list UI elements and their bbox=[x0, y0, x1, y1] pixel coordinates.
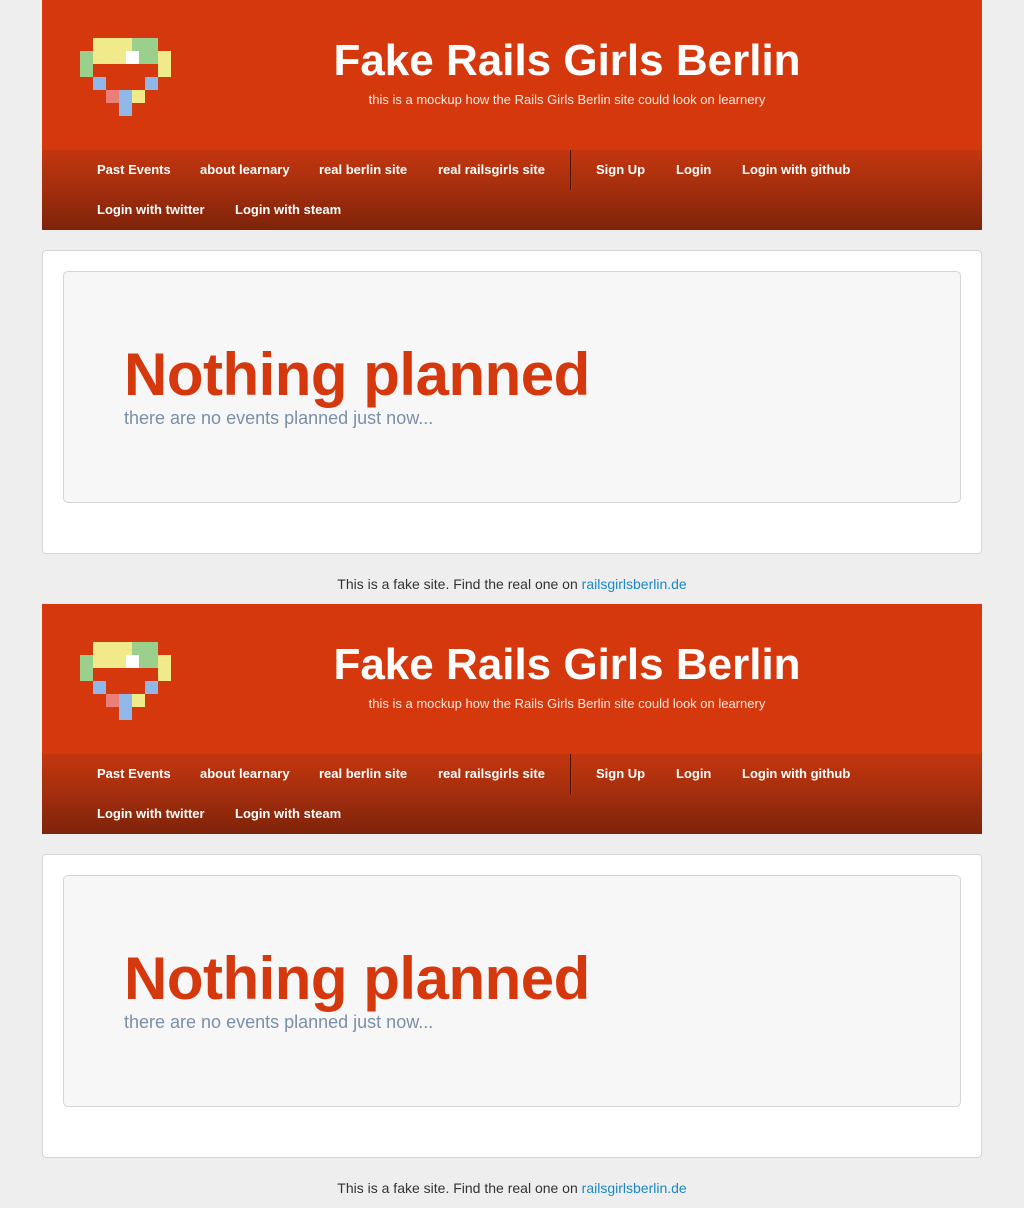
site-title: Fake Rails Girls Berlin bbox=[333, 640, 801, 689]
nav-login[interactable]: Login bbox=[676, 150, 711, 190]
navbar: Past Events about learnary real berlin s… bbox=[42, 150, 982, 230]
site-tagline: this is a mockup how the Rails Girls Ber… bbox=[368, 696, 766, 711]
hero-subtitle: there are no events planned just now... bbox=[124, 1012, 434, 1032]
nav-login-github[interactable]: Login with github bbox=[742, 150, 850, 190]
logo-pixel bbox=[145, 655, 158, 668]
footer: This is a fake site. Find the real one o… bbox=[0, 574, 1024, 594]
nav-real-berlin-site[interactable]: real berlin site bbox=[319, 150, 407, 190]
logo-pixel bbox=[132, 90, 145, 103]
logo-pixel bbox=[119, 642, 132, 655]
logo-pixel bbox=[80, 655, 93, 668]
logo-pixel bbox=[132, 38, 145, 51]
nav-past-events[interactable]: Past Events bbox=[97, 754, 171, 794]
nav-sign-up[interactable]: Sign Up bbox=[596, 150, 645, 190]
footer: This is a fake site. Find the real one o… bbox=[0, 1178, 1024, 1198]
nav-past-events[interactable]: Past Events bbox=[97, 150, 171, 190]
logo-pixel bbox=[145, 51, 158, 64]
content-panel: Nothing planned there are no events plan… bbox=[42, 854, 982, 1158]
hero-title: Nothing planned bbox=[124, 945, 590, 1012]
logo-pixel bbox=[80, 64, 93, 77]
page-copy-1: Fake Rails Girls Berlin this is a mockup… bbox=[0, 0, 1024, 604]
logo-pixel bbox=[106, 642, 119, 655]
footer-link[interactable]: railsgirlsberlin.de bbox=[582, 576, 687, 592]
nav-login-github[interactable]: Login with github bbox=[742, 754, 850, 794]
logo-pixel bbox=[119, 103, 132, 116]
logo-pixel bbox=[132, 694, 145, 707]
logo-pixel bbox=[119, 38, 132, 51]
nav-real-railsgirls-site[interactable]: real railsgirls site bbox=[438, 754, 545, 794]
nav-divider bbox=[570, 754, 572, 794]
content-panel: Nothing planned there are no events plan… bbox=[42, 250, 982, 554]
hero-subtitle: there are no events planned just now... bbox=[124, 408, 434, 428]
nav-about-learnary[interactable]: about learnary bbox=[200, 754, 290, 794]
pixel-heart-icon[interactable] bbox=[80, 642, 176, 726]
pixel-heart-icon[interactable] bbox=[80, 38, 176, 122]
logo-pixel bbox=[106, 51, 119, 64]
nav-login-twitter[interactable]: Login with twitter bbox=[97, 794, 205, 834]
logo-pixel bbox=[126, 655, 139, 668]
footer-text: This is a fake site. Find the real one o… bbox=[337, 1180, 582, 1196]
logo-pixel bbox=[93, 642, 106, 655]
logo-pixel bbox=[93, 77, 106, 90]
logo-pixel bbox=[119, 707, 132, 720]
logo-pixel bbox=[126, 51, 139, 64]
logo-pixel bbox=[93, 681, 106, 694]
logo-pixel bbox=[93, 655, 106, 668]
site-header: Fake Rails Girls Berlin this is a mockup… bbox=[42, 604, 982, 834]
hero-title: Nothing planned bbox=[124, 341, 590, 408]
logo-pixel bbox=[158, 64, 171, 77]
logo-pixel bbox=[145, 77, 158, 90]
hero-unit: Nothing planned there are no events plan… bbox=[63, 875, 961, 1107]
footer-text: This is a fake site. Find the real one o… bbox=[337, 576, 582, 592]
site-header: Fake Rails Girls Berlin this is a mockup… bbox=[42, 0, 982, 230]
logo-pixel bbox=[93, 38, 106, 51]
nav-login[interactable]: Login bbox=[676, 754, 711, 794]
nav-real-berlin-site[interactable]: real berlin site bbox=[319, 754, 407, 794]
logo-pixel bbox=[145, 38, 158, 51]
logo-pixel bbox=[158, 668, 171, 681]
logo-pixel bbox=[119, 90, 132, 103]
nav-login-steam[interactable]: Login with steam bbox=[235, 190, 341, 230]
logo-pixel bbox=[106, 90, 119, 103]
logo-pixel bbox=[145, 642, 158, 655]
page-copy-2: Fake Rails Girls Berlin this is a mockup… bbox=[0, 604, 1024, 1208]
logo-pixel bbox=[158, 655, 171, 668]
nav-sign-up[interactable]: Sign Up bbox=[596, 754, 645, 794]
site-title: Fake Rails Girls Berlin bbox=[333, 36, 801, 85]
logo-pixel bbox=[93, 51, 106, 64]
navbar: Past Events about learnary real berlin s… bbox=[42, 754, 982, 834]
footer-link[interactable]: railsgirlsberlin.de bbox=[582, 1180, 687, 1196]
logo-pixel bbox=[80, 51, 93, 64]
site-tagline: this is a mockup how the Rails Girls Ber… bbox=[368, 92, 766, 107]
logo-pixel bbox=[145, 681, 158, 694]
nav-divider bbox=[570, 150, 572, 190]
logo-pixel bbox=[80, 668, 93, 681]
logo-pixel bbox=[132, 642, 145, 655]
logo-pixel bbox=[119, 694, 132, 707]
logo-pixel bbox=[106, 694, 119, 707]
nav-login-steam[interactable]: Login with steam bbox=[235, 794, 341, 834]
logo-pixel bbox=[158, 51, 171, 64]
logo-pixel bbox=[106, 655, 119, 668]
nav-about-learnary[interactable]: about learnary bbox=[200, 150, 290, 190]
nav-login-twitter[interactable]: Login with twitter bbox=[97, 190, 205, 230]
logo-pixel bbox=[106, 38, 119, 51]
nav-real-railsgirls-site[interactable]: real railsgirls site bbox=[438, 150, 545, 190]
hero-unit: Nothing planned there are no events plan… bbox=[63, 271, 961, 503]
